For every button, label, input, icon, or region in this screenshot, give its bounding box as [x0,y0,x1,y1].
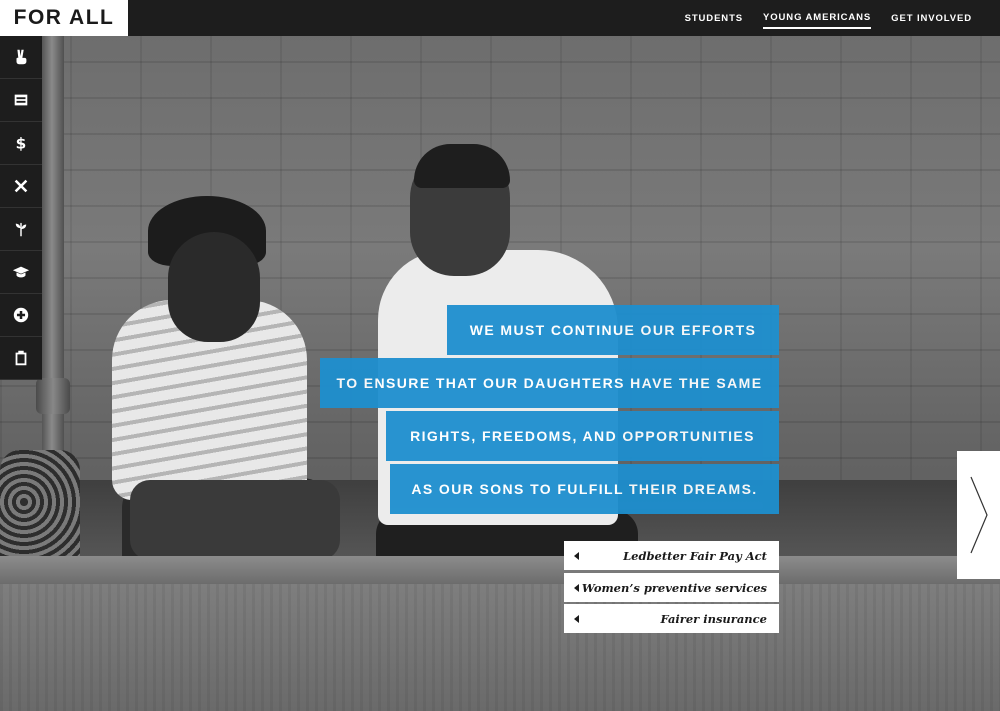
photo-man-hair [414,144,510,188]
peace-hand-icon [16,49,27,65]
quote-line: TO ENSURE THAT OUR DAUGHTERS HAVE THE SA… [320,358,779,408]
link-womens-preventive-services[interactable]: Women’s preventive services [564,573,779,602]
photo-wall-base [0,584,1000,711]
chevron-right-icon [969,476,988,554]
site-logo[interactable]: FOR ALL [0,0,128,36]
sidebar-item-peace[interactable] [0,36,42,79]
link-label: Fairer insurance [660,611,767,626]
photo-girl-bag [130,480,340,560]
link-fairer-insurance[interactable]: Fairer insurance [564,604,779,633]
nav-link-young-americans[interactable]: YOUNG AMERICANS [763,8,872,29]
dollar-icon: $ [16,134,27,152]
photo-pipe-joint [36,378,70,414]
sidebar-item-tools[interactable] [0,165,42,208]
photo-ledge [0,556,1000,584]
clipboard-icon [15,350,27,366]
svg-text:$: $ [16,134,27,152]
nav-link-get-involved[interactable]: GET INVOLVED [891,9,972,28]
next-slide-button[interactable] [957,451,1000,579]
sidebar-item-plant[interactable] [0,208,42,251]
graduation-cap-icon [12,266,30,278]
sidebar-item-health[interactable] [0,294,42,337]
tools-icon [14,179,28,193]
quote-line: RIGHTS, FREEDOMS, AND OPPORTUNITIES [386,411,779,461]
photo-girl-head [168,232,260,342]
link-ledbetter-fair-pay-act[interactable]: Ledbetter Fair Pay Act [564,541,779,570]
sidebar-item-list[interactable] [0,79,42,122]
sidebar-item-clipboard[interactable] [0,337,42,380]
top-nav: STUDENTS YOUNG AMERICANS GET INVOLVED [685,0,972,36]
plus-circle-icon [13,307,29,323]
link-label: Women’s preventive services [581,580,767,595]
hero-photo [0,0,1000,711]
list-icon [14,94,28,106]
top-bar: FOR ALL STUDENTS YOUNG AMERICANS GET INV… [0,0,1000,36]
sidebar-item-dollar[interactable]: $ [0,122,42,165]
link-label: Ledbetter Fair Pay Act [623,548,767,563]
quote-line: WE MUST CONTINUE OUR EFFORTS [447,305,779,355]
nav-link-students[interactable]: STUDENTS [685,9,743,28]
plant-icon [15,222,27,237]
quote-line: AS OUR SONS TO FULFILL THEIR DREAMS. [390,464,779,514]
sidebar-item-education[interactable] [0,251,42,294]
category-sidebar: $ [0,36,42,380]
